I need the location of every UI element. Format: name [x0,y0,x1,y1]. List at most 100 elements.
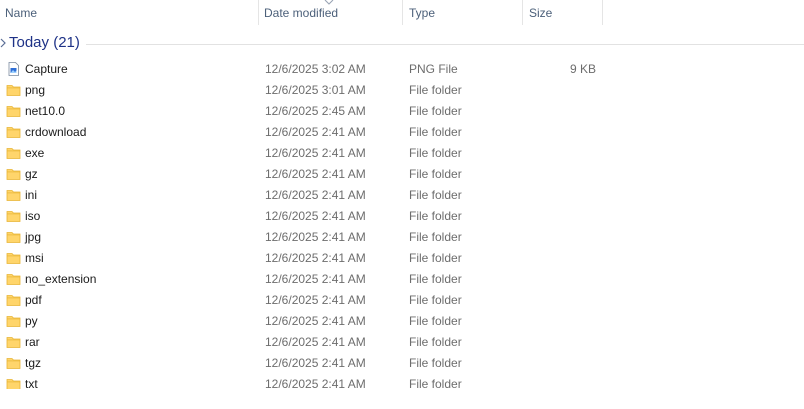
file-date-modified: 12/6/2025 2:41 AM [265,356,366,370]
column-header-size[interactable]: Size [524,0,602,25]
file-size [526,206,596,227]
file-type: File folder [409,188,462,202]
file-size [526,143,596,164]
folder-icon [6,379,21,389]
file-row[interactable]: net10.0 12/6/2025 2:45 AM File folder [0,101,804,122]
file-row[interactable]: iso 12/6/2025 2:41 AM File folder [0,206,804,227]
file-type: File folder [409,125,462,139]
file-name: py [25,314,38,328]
folder-icon [6,106,21,117]
column-header-bar: Name Date modified Type Size [0,0,804,26]
file-name: tgz [25,356,42,370]
file-name: png [25,83,46,97]
folder-icon [6,253,21,264]
file-type: File folder [409,146,462,160]
file-date-modified: 12/6/2025 2:41 AM [265,188,366,202]
file-name: pdf [25,293,42,307]
folder-icon [6,127,21,138]
file-size: 9 KB [569,62,596,76]
column-header-type[interactable]: Type [404,0,522,25]
file-name: jpg [25,230,42,244]
file-date-modified: 12/6/2025 2:41 AM [265,146,366,160]
file-date-modified: 12/6/2025 2:41 AM [265,293,366,307]
folder-icon [6,274,21,285]
file-size [526,353,596,374]
file-type: File folder [409,272,462,286]
file-size [526,332,596,353]
file-type: File folder [409,335,462,349]
file-row[interactable]: msi 12/6/2025 2:41 AM File folder [0,248,804,269]
file-type: File folder [409,167,462,181]
file-name: gz [25,167,38,181]
file-name: rar [25,335,40,349]
file-date-modified: 12/6/2025 2:41 AM [265,272,366,286]
file-size [526,80,596,101]
folder-icon [6,358,21,369]
folder-icon [6,85,21,96]
file-name: no_extension [25,272,97,286]
file-name: Capture [25,62,68,76]
file-name: msi [25,251,44,265]
file-row[interactable]: py 12/6/2025 2:41 AM File folder [0,311,804,332]
file-row[interactable]: txt 12/6/2025 2:41 AM File folder [0,374,804,389]
folder-icon [6,190,21,201]
file-type: File folder [409,209,462,223]
file-type: PNG File [409,62,458,76]
file-size [526,185,596,206]
file-date-modified: 12/6/2025 2:41 AM [265,125,366,139]
column-header-name[interactable]: Name [0,0,258,25]
file-date-modified: 12/6/2025 3:01 AM [265,83,366,97]
folder-icon [6,295,21,306]
file-size [526,290,596,311]
file-date-modified: 12/6/2025 2:41 AM [265,314,366,328]
file-date-modified: 12/6/2025 2:41 AM [265,209,366,223]
file-row[interactable]: png 12/6/2025 3:01 AM File folder [0,80,804,101]
file-size [526,101,596,122]
file-size [526,122,596,143]
folder-icon [6,148,21,159]
folder-icon [6,337,21,348]
file-name: net10.0 [25,104,66,118]
file-row[interactable]: no_extension 12/6/2025 2:41 AM File folder [0,269,804,290]
file-size [526,269,596,290]
image-file-icon [8,62,19,76]
file-type: File folder [409,356,462,370]
file-type: File folder [409,104,462,118]
file-date-modified: 12/6/2025 2:45 AM [265,104,366,118]
column-divider[interactable] [402,0,403,25]
file-name: ini [25,188,38,202]
file-row[interactable]: Capture 12/6/2025 3:02 AM PNG File 9 KB [0,59,804,80]
file-size [526,248,596,269]
file-date-modified: 12/6/2025 2:41 AM [265,335,366,349]
column-divider[interactable] [522,0,523,25]
column-divider[interactable] [602,0,603,25]
file-name: iso [25,209,41,223]
group-title: Today (21) [9,34,80,51]
file-type: File folder [409,230,462,244]
file-row[interactable]: pdf 12/6/2025 2:41 AM File folder [0,290,804,311]
file-size [526,227,596,248]
folder-icon [6,211,21,222]
file-row[interactable]: ini 12/6/2025 2:41 AM File folder [0,185,804,206]
file-row[interactable]: rar 12/6/2025 2:41 AM File folder [0,332,804,353]
collapse-chevron-icon[interactable] [0,38,7,48]
file-date-modified: 12/6/2025 2:41 AM [265,251,366,265]
file-row[interactable]: tgz 12/6/2025 2:41 AM File folder [0,353,804,374]
file-date-modified: 12/6/2025 3:02 AM [265,62,366,76]
file-row[interactable]: jpg 12/6/2025 2:41 AM File folder [0,227,804,248]
file-date-modified: 12/6/2025 2:41 AM [265,230,366,244]
file-row[interactable]: gz 12/6/2025 2:41 AM File folder [0,164,804,185]
column-header-date-modified[interactable]: Date modified [259,0,402,25]
group-header-today[interactable]: Today (21) [0,32,804,54]
file-type: File folder [409,293,462,307]
file-name: txt [25,377,38,389]
file-type: File folder [409,377,462,389]
folder-icon [6,232,21,243]
file-row[interactable]: exe 12/6/2025 2:41 AM File folder [0,143,804,164]
file-size [526,311,596,332]
group-divider-line [86,44,804,45]
file-name: crdownload [25,125,87,139]
file-row[interactable]: crdownload 12/6/2025 2:41 AM File folder [0,122,804,143]
file-type: File folder [409,251,462,265]
file-size [526,374,596,389]
